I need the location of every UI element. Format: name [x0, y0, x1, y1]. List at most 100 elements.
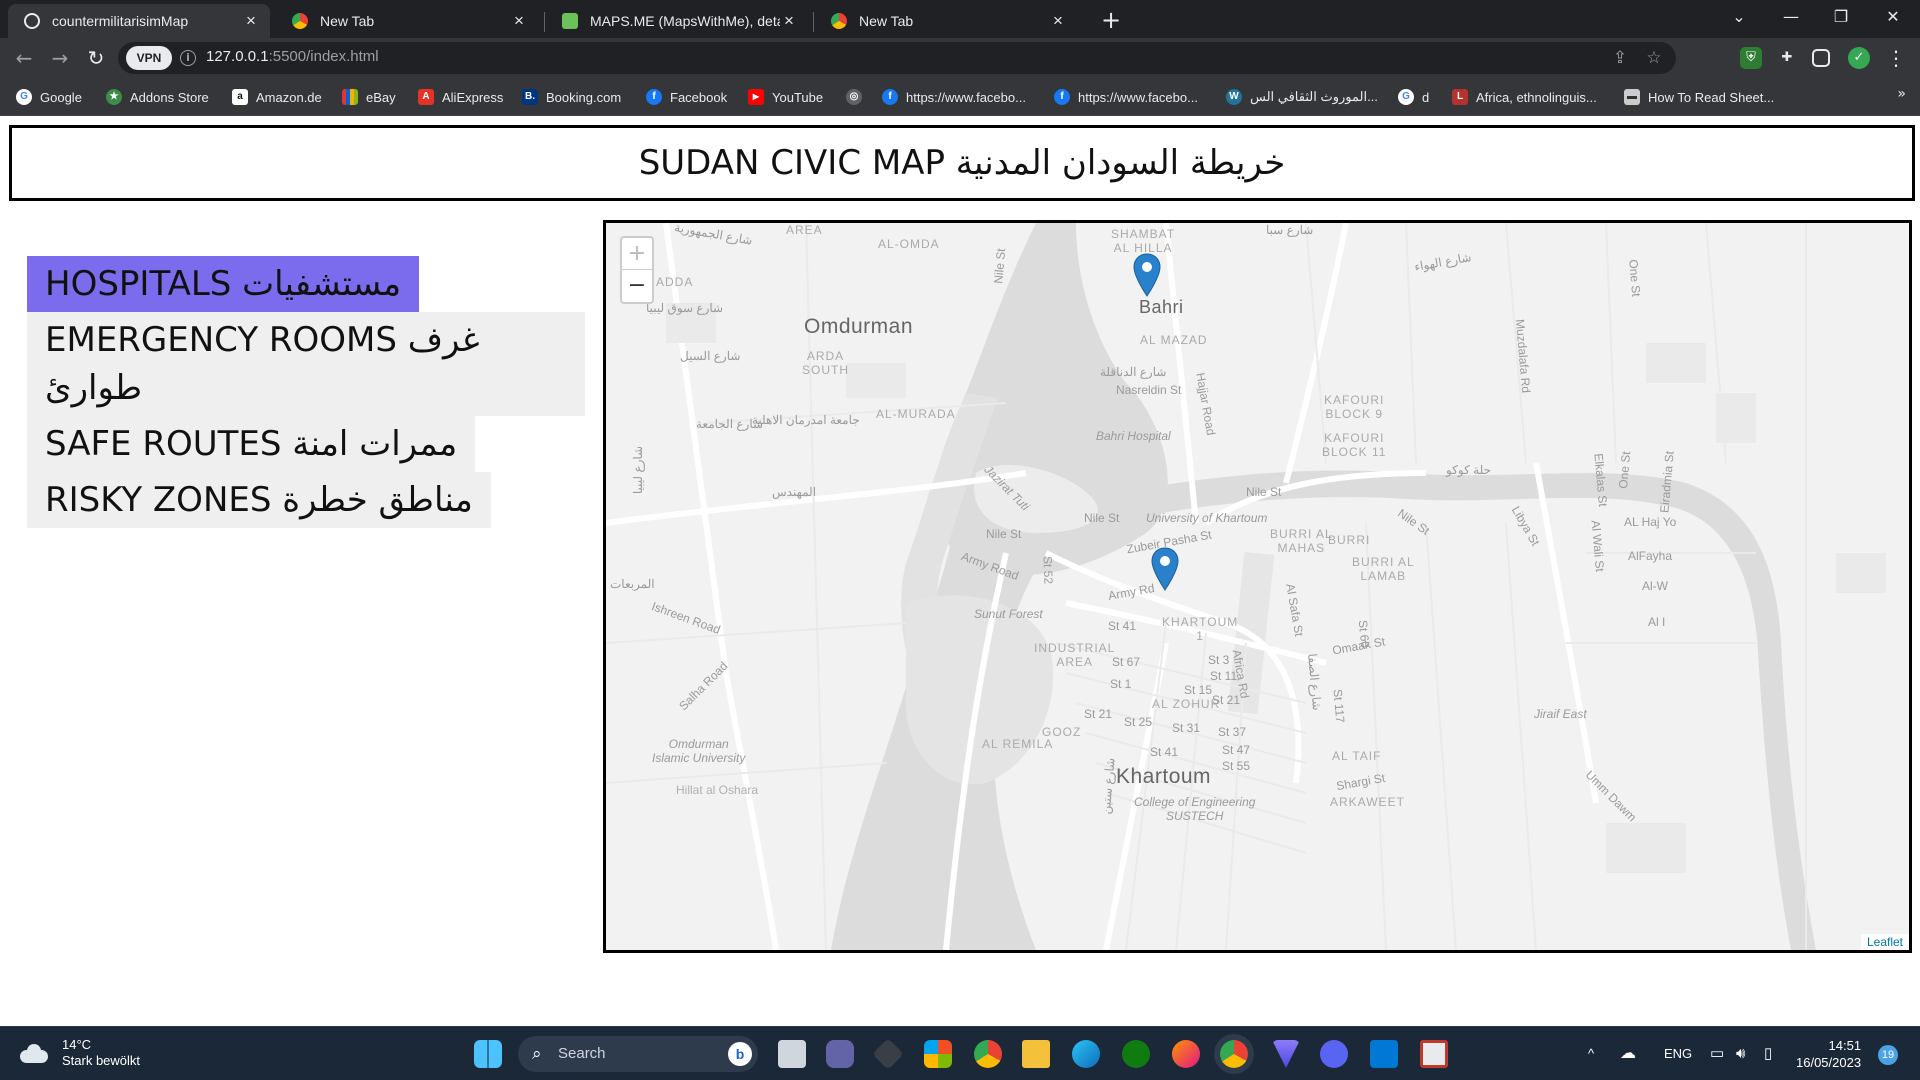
- map-label-st-1: St 1: [1110, 677, 1132, 691]
- tab-mapsme[interactable]: MAPS.ME (MapsWithMe), detailed ×: [546, 4, 808, 38]
- minimize-icon[interactable]: —: [1768, 0, 1814, 34]
- tray-overflow-icon[interactable]: ^: [1588, 1027, 1594, 1080]
- language-indicator[interactable]: ENG: [1664, 1027, 1692, 1080]
- hospital-marker-bahri[interactable]: [1133, 253, 1161, 297]
- bookmark-globe[interactable]: ◎: [846, 86, 870, 108]
- map-label-st-21-a: St 21: [1084, 707, 1113, 721]
- network-icon[interactable]: ▭: [1710, 1027, 1724, 1080]
- chrome-active-icon[interactable]: [1220, 1040, 1248, 1068]
- bookmarks-bar: G Google ★ Addons Store a Amazon.de eBay AA…: [0, 78, 1920, 116]
- new-tab-button[interactable]: +: [1097, 6, 1125, 34]
- zoom-in-button[interactable]: +: [622, 238, 652, 270]
- bookmark-africa-ethnolinguistic[interactable]: L Africa, ethnolinguis...: [1452, 86, 1597, 108]
- bookmarks-overflow-icon[interactable]: »: [1897, 86, 1906, 102]
- bookmark-how-to-read-sheet[interactable]: ▬ How To Read Sheet...: [1624, 86, 1774, 108]
- map-label-kafouri-9: KAFOURI BLOCK 9: [1324, 393, 1385, 421]
- map-label-st-37: St 37: [1218, 725, 1247, 739]
- menu-kebab-icon[interactable]: ⋮: [1882, 44, 1910, 72]
- map-label-ar-mohandis: المهندس: [772, 485, 817, 499]
- facebook-icon: f: [646, 89, 662, 105]
- map-label-st-47: St 47: [1222, 743, 1251, 757]
- microsoft-store-icon[interactable]: [924, 1040, 952, 1068]
- category-safe-routes[interactable]: SAFE ROUTES ممرات امنة: [27, 416, 476, 472]
- windows-start-icon[interactable]: [474, 1040, 502, 1068]
- reload-icon[interactable]: ↻: [82, 44, 110, 72]
- vpn-app-icon[interactable]: [1272, 1040, 1300, 1068]
- bookmark-google[interactable]: G Google: [16, 86, 82, 108]
- tab-new-tab-1[interactable]: New Tab ×: [276, 4, 538, 38]
- share-icon[interactable]: ⇪: [1608, 46, 1632, 70]
- bing-icon[interactable]: b: [728, 1042, 752, 1066]
- map-label-gooz: GOOZ: [1042, 725, 1082, 739]
- task-view-icon[interactable]: [778, 1040, 806, 1068]
- extensions-puzzle-icon[interactable]: ✚: [1776, 47, 1798, 69]
- leaflet-attribution-link[interactable]: Leaflet: [1860, 934, 1909, 950]
- bookmark-aliexpress[interactable]: A AliExpress: [418, 86, 503, 108]
- map-label-ar-saba: شارع سبا: [1266, 223, 1314, 237]
- notification-badge[interactable]: 19: [1878, 1045, 1898, 1065]
- window-close-icon[interactable]: ✕: [1870, 0, 1916, 34]
- map-label-st-52: St 52: [1040, 555, 1056, 585]
- vpn-badge[interactable]: VPN: [126, 46, 172, 70]
- site-info-icon[interactable]: i: [180, 50, 196, 66]
- profile-check-icon[interactable]: ✓: [1848, 47, 1870, 69]
- leaflet-map[interactable]: Omdurman Bahri Khartoum AREA AL-OMDA SHA…: [603, 220, 1912, 953]
- back-icon[interactable]: ←: [10, 44, 38, 72]
- bookmark-cultural-heritage[interactable]: W الموروث الثقافي الس...: [1226, 86, 1378, 108]
- chrome-icon[interactable]: [974, 1040, 1002, 1068]
- bookmark-star-icon[interactable]: ☆: [1642, 46, 1666, 70]
- zoom-out-button[interactable]: −: [622, 270, 652, 302]
- bookmark-d[interactable]: Gd: [1398, 86, 1429, 108]
- file-explorer-icon[interactable]: [1022, 1040, 1050, 1068]
- map-label-al-taif: AL TAIF: [1332, 749, 1382, 763]
- close-icon[interactable]: ×: [780, 12, 798, 30]
- bookmark-youtube[interactable]: ▶ YouTube: [748, 86, 823, 108]
- vscode-icon[interactable]: [1370, 1040, 1398, 1068]
- aliexpress-icon: A: [418, 89, 434, 105]
- bookmark-facebook-link-2[interactable]: f https://www.facebo...: [1054, 86, 1198, 108]
- hospital-marker-khartoum[interactable]: [1151, 547, 1179, 591]
- snipping-tool-icon[interactable]: [1420, 1040, 1448, 1068]
- forward-icon[interactable]: →: [46, 44, 74, 72]
- bookmark-ebay[interactable]: eBay: [342, 86, 396, 108]
- map-label-hillat-al-oshara: Hillat al Oshara: [676, 783, 759, 797]
- mapsme-icon: [562, 13, 578, 29]
- tab-title: MAPS.ME (MapsWithMe), detailed: [590, 13, 780, 29]
- edge-icon[interactable]: [1072, 1040, 1100, 1068]
- category-risky-zones[interactable]: RISKY ZONES مناطق خطرة: [27, 472, 491, 528]
- category-hospitals[interactable]: HOSPITALS مستشفيات: [27, 256, 420, 312]
- map-label-burri-lamab: BURRI AL LAMAB: [1352, 555, 1415, 583]
- restore-icon[interactable]: ❐: [1818, 0, 1864, 34]
- address-bar[interactable]: VPN i 127.0.0.1:5500/index.html ⇪ ☆: [118, 42, 1676, 74]
- onedrive-cloud-icon[interactable]: ☁: [1620, 1027, 1636, 1080]
- battery-icon[interactable]: ▯: [1764, 1027, 1772, 1080]
- weather-widget[interactable]: 14°C Stark bewölkt: [18, 1037, 140, 1069]
- bookmark-booking[interactable]: B. Booking.com: [522, 86, 621, 108]
- volume-icon[interactable]: 🔊︎: [1736, 1027, 1745, 1080]
- close-icon[interactable]: ×: [510, 12, 528, 30]
- firefox-icon[interactable]: [1172, 1040, 1200, 1068]
- map-label-ar-seyl: شارع السيل: [680, 349, 741, 363]
- taskbar-search[interactable]: ⌕ Search b: [518, 1036, 758, 1072]
- close-icon[interactable]: ×: [1049, 12, 1067, 30]
- tab-search-icon[interactable]: ⌄: [1716, 0, 1762, 34]
- system-clock[interactable]: 14:51 16/05/2023: [1796, 1037, 1861, 1071]
- map-label-ar-koko: حلة كوكو: [1446, 463, 1491, 477]
- teams-chat-icon[interactable]: [826, 1040, 854, 1068]
- bookmark-amazon[interactable]: a Amazon.de: [232, 86, 322, 108]
- close-icon[interactable]: ×: [242, 12, 260, 30]
- bookmark-addons-store[interactable]: ★ Addons Store: [106, 86, 209, 108]
- google-icon: G: [16, 89, 32, 105]
- bookmark-facebook[interactable]: f Facebook: [646, 86, 727, 108]
- tab-new-tab-2[interactable]: New Tab ×: [815, 4, 1077, 38]
- app-hexagon-icon[interactable]: [872, 1038, 904, 1070]
- url-text[interactable]: 127.0.0.1:5500/index.html: [206, 48, 379, 65]
- tab-countermilitarisim[interactable]: countermilitarisimMap ×: [8, 4, 270, 38]
- shield-extension-icon[interactable]: ⛨: [1740, 47, 1762, 69]
- xbox-icon[interactable]: [1122, 1040, 1150, 1068]
- discord-icon[interactable]: [1320, 1040, 1348, 1068]
- side-panel-icon[interactable]: [1812, 49, 1830, 67]
- map-label-al-w: Al-W: [1642, 579, 1668, 593]
- bookmark-facebook-link-1[interactable]: f https://www.facebo...: [882, 86, 1026, 108]
- category-emergency-rooms[interactable]: EMERGENCY ROOMS غرف طوارئ: [27, 312, 585, 416]
